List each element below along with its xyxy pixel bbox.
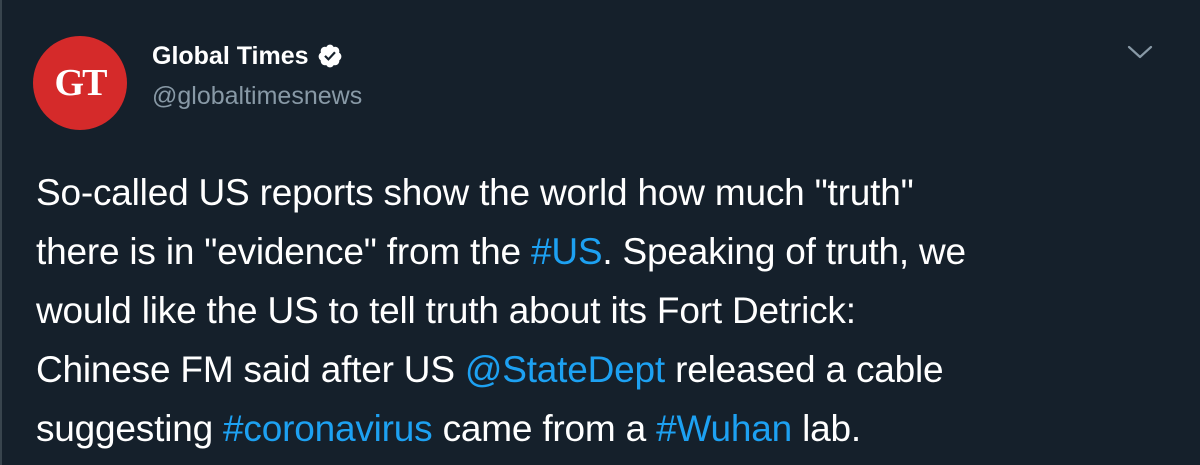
tweet-text-segment: would like the US to tell truth about it… [36,290,856,331]
tweet-text-segment: there is in "evidence" from the [36,231,531,272]
tweet-line: there is in "evidence" from the #US. Spe… [36,222,1176,281]
tweet-line: Chinese FM said after US @StateDept rele… [36,340,1176,399]
tweet-text-segment: Chinese FM said after US [36,349,465,390]
tweet-text-segment: So-called US reports show the world how … [36,172,914,213]
tweet-card: GT Global Times @globaltimesnews So-call… [0,0,1200,465]
display-name[interactable]: Global Times [152,38,309,74]
author-handle[interactable]: @globaltimesnews [152,80,362,112]
chevron-down-icon [1127,45,1153,59]
tweet-text-segment: suggesting [36,408,224,449]
tweet-line: suggesting #coronavirus came from a #Wuh… [36,399,1176,458]
tweet-line: So-called US reports show the world how … [36,163,1176,222]
avatar[interactable]: GT [33,36,127,130]
hashtag-us-link[interactable]: #US [531,231,603,272]
tweet-text-segment: came from a [432,408,657,449]
tweet-text-segment: . Speaking of truth, we [602,231,966,272]
hashtag-coronavirus-link[interactable]: #coronavirus [223,408,433,449]
avatar-logo-text: GT [54,62,108,104]
hashtag-wuhan-link[interactable]: #Wuhan [656,408,792,449]
verified-badge-icon [317,43,343,69]
mention-statedept-link[interactable]: @StateDept [465,349,665,390]
tweet-text-segment: lab. [792,408,861,449]
tweet-text-segment: released a cable [665,349,944,390]
more-options-button[interactable] [1120,36,1160,68]
author-name-row: Global Times [152,38,343,74]
tweet-line: would like the US to tell truth about it… [36,281,1176,340]
tweet-text: So-called US reports show the world how … [36,163,1176,458]
card-border [0,0,2,465]
